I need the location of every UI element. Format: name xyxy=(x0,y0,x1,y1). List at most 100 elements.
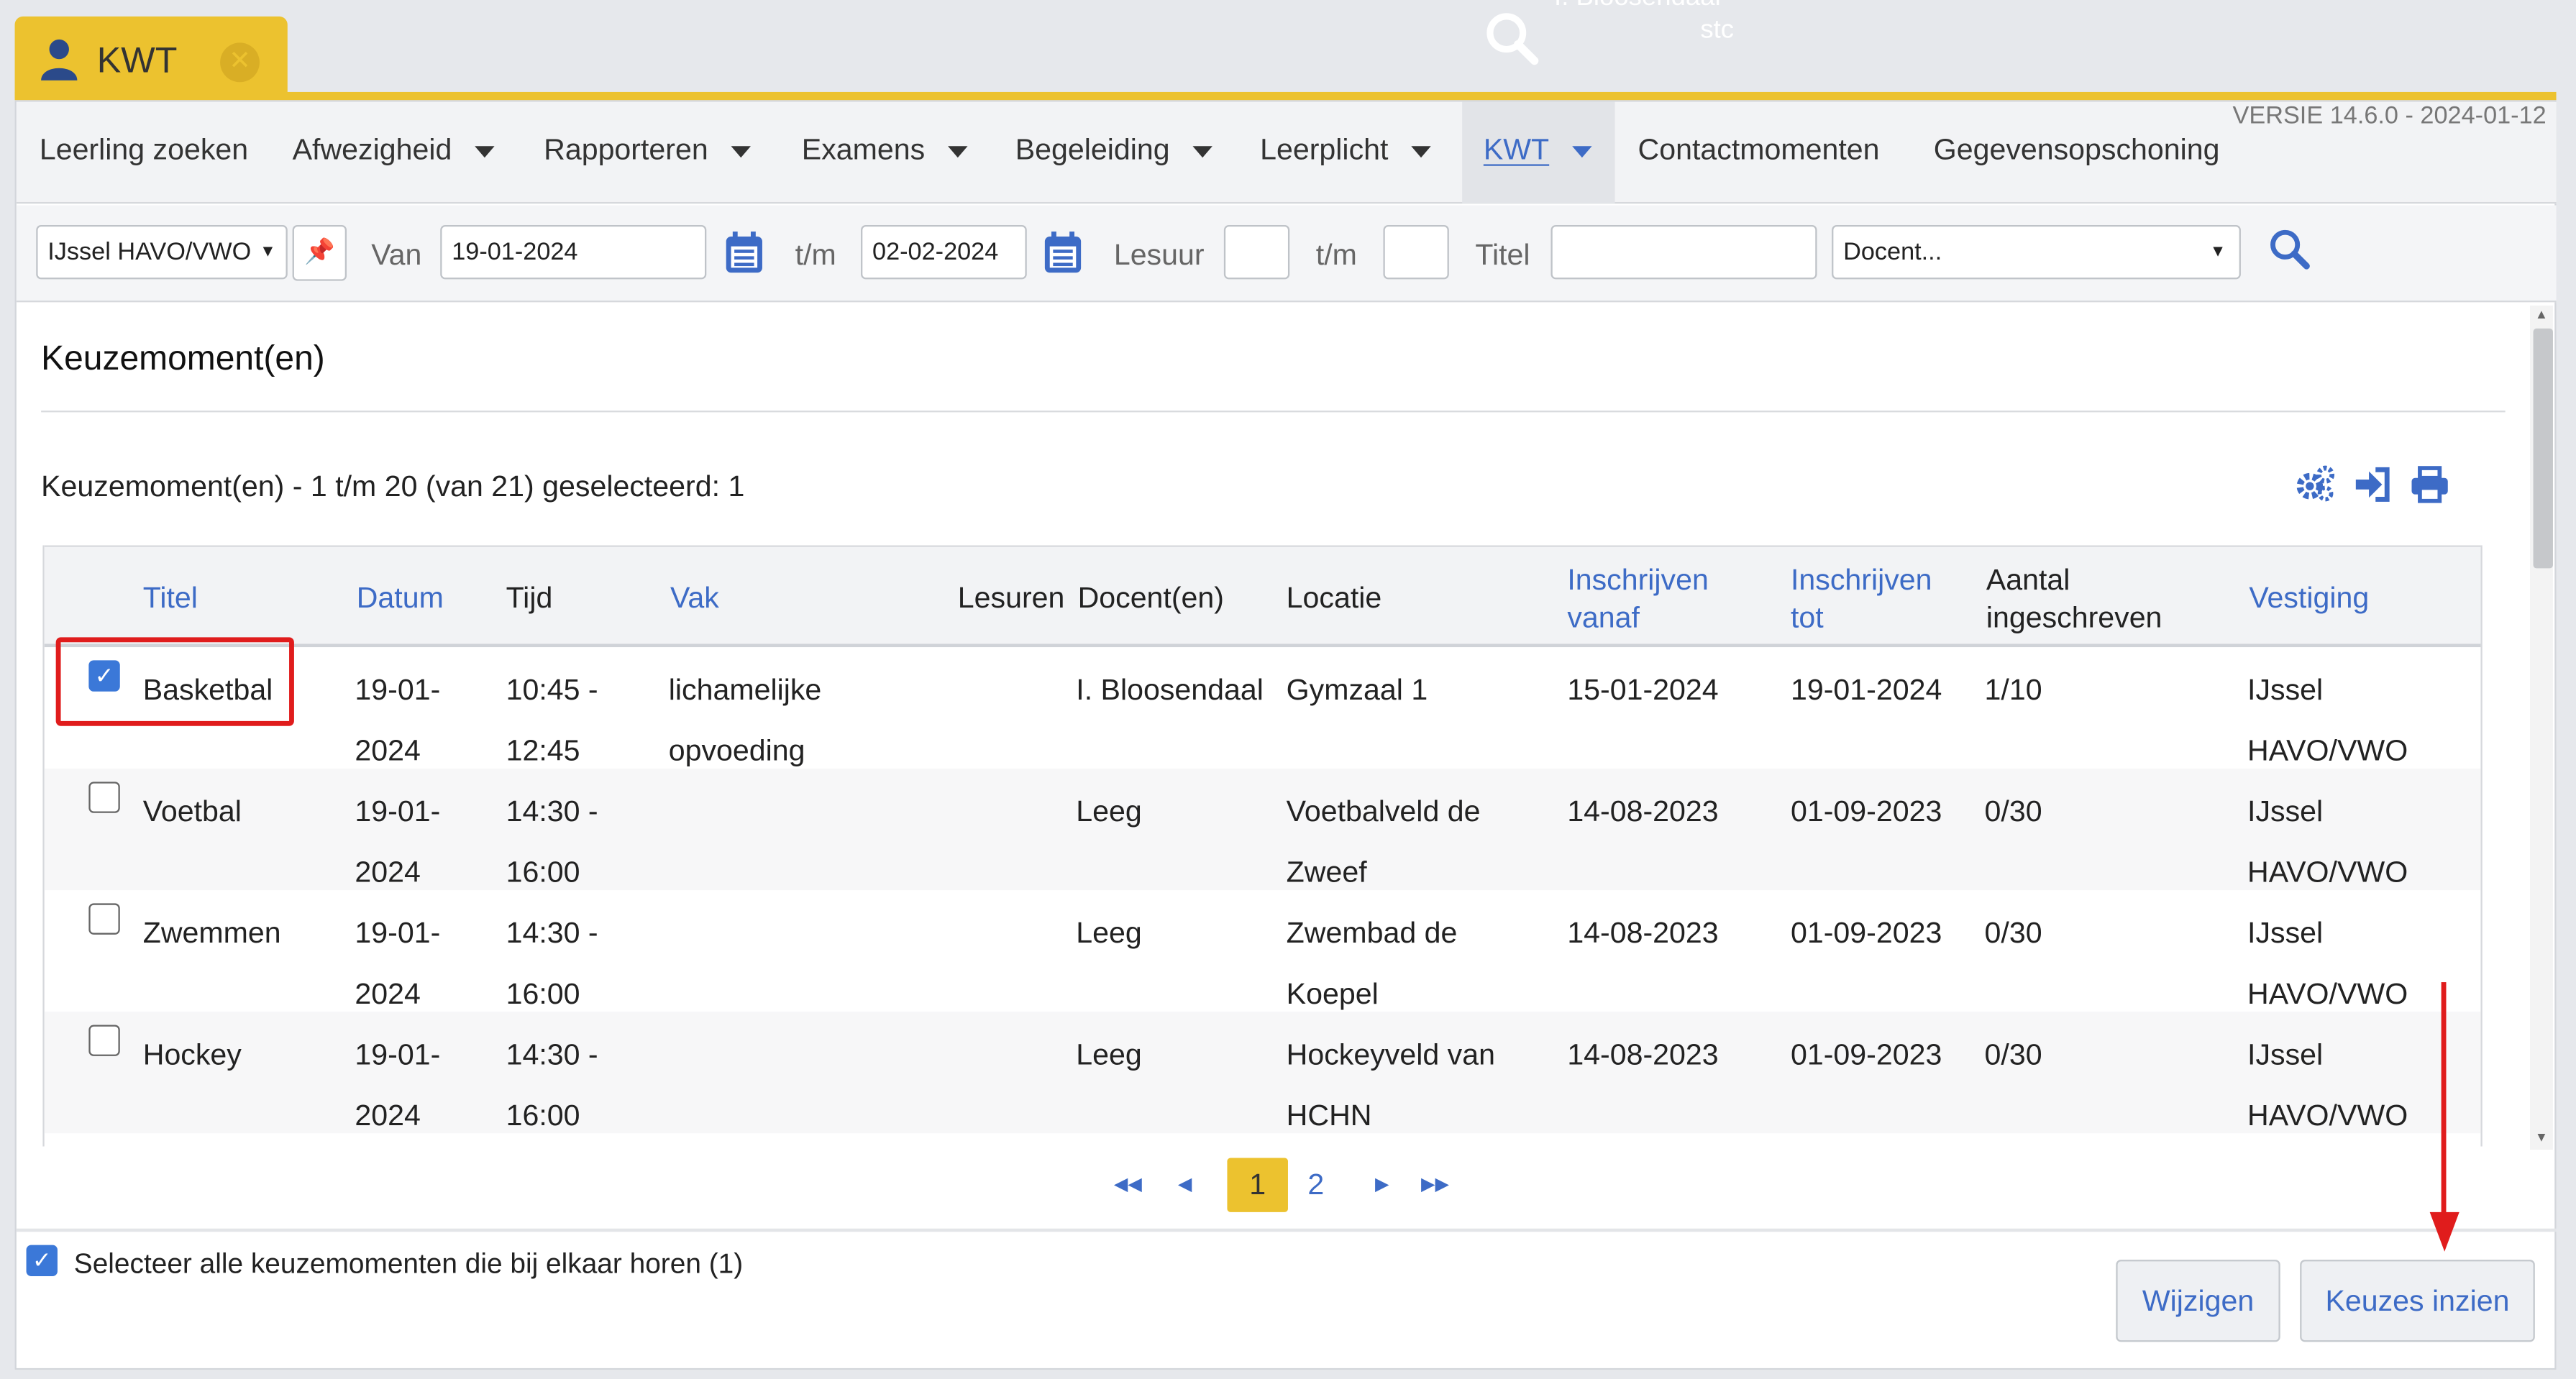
highlight-annotation xyxy=(55,637,294,726)
scrollbar-thumb[interactable] xyxy=(2533,328,2553,569)
cell-vanaf: 14-08-2023 xyxy=(1567,1037,1719,1071)
titel-label: Titel xyxy=(1475,238,1530,271)
cell-aantal: 0/30 xyxy=(1984,794,2042,828)
wijzigen-button[interactable]: Wijzigen xyxy=(2116,1260,2280,1342)
menu-item-rapporteren[interactable]: Rapporteren xyxy=(544,133,752,168)
pager-prev-icon[interactable]: ◂ xyxy=(1178,1168,1192,1201)
cell-titel: Voetbal xyxy=(142,794,242,828)
close-icon[interactable]: ✕ xyxy=(220,42,260,83)
page-title: Keuzemoment(en) xyxy=(41,339,325,378)
pager-last-icon[interactable]: ▸▸ xyxy=(1421,1168,1449,1201)
keuzemomenten-table: Titel Datum Tijd Vak Lesuren Docent(en) … xyxy=(42,545,2483,1147)
cell-tijd: 14:30 -16:00 xyxy=(506,1037,598,1132)
search-icon[interactable] xyxy=(1484,10,1540,66)
location-select[interactable]: IJssel HAVO/VWO ▼ xyxy=(36,224,288,280)
cell-tijd: 14:30 -16:00 xyxy=(506,916,598,1010)
arrow-annotation xyxy=(2441,982,2447,1216)
titel-input[interactable] xyxy=(1550,224,1817,280)
cell-aantal: 0/30 xyxy=(1984,916,2042,950)
lesuur-from-input[interactable] xyxy=(1223,224,1290,280)
calendar-icon[interactable] xyxy=(1043,230,1083,275)
table-row[interactable]: ✓ Basketbal 19-01- 2024 10:45 -12:45 lich… xyxy=(45,647,2481,769)
tm-date-input[interactable]: 02-02-2024 xyxy=(861,224,1027,280)
chevron-down-icon xyxy=(948,145,968,157)
cell-locatie: Hockeyveld van HCHN xyxy=(1286,1037,1495,1132)
calendar-icon[interactable] xyxy=(724,230,764,275)
scroll-up-icon[interactable]: ▲ xyxy=(2535,307,2548,322)
cell-tot: 19-01-2024 xyxy=(1790,673,1942,707)
settings-gears-icon[interactable] xyxy=(2295,464,2335,504)
tab-label: KWT xyxy=(96,39,178,81)
user-icon xyxy=(41,39,78,81)
cell-tot: 01-09-2023 xyxy=(1790,1037,1942,1071)
col-tijd: Tijd xyxy=(506,581,553,615)
pager-next-icon[interactable]: ▸ xyxy=(1375,1168,1389,1201)
search-icon[interactable] xyxy=(2269,229,2311,271)
scroll-down-icon[interactable]: ▼ xyxy=(2535,1130,2548,1145)
cell-docent: Leeg xyxy=(1076,1037,1142,1071)
cell-tijd: 14:30 -16:00 xyxy=(506,794,598,889)
pager-current-page[interactable]: 1 xyxy=(1227,1158,1288,1212)
menu-item-afwezigheid[interactable]: Afwezigheid xyxy=(293,133,495,168)
col-locatie: Locatie xyxy=(1286,581,1382,615)
row-checkbox[interactable] xyxy=(88,1025,120,1056)
select-all-checkbox[interactable]: ✓ xyxy=(26,1245,58,1276)
pager-first-icon[interactable]: ◂◂ xyxy=(1114,1168,1142,1201)
lesuur-to-input[interactable] xyxy=(1383,224,1449,280)
menu-item-leerplicht[interactable]: Leerplicht xyxy=(1260,133,1431,168)
chevron-down-icon xyxy=(731,145,752,157)
van-label: Van xyxy=(371,238,422,271)
menu-item-begeleiding[interactable]: Begeleiding xyxy=(1015,133,1213,168)
pager-page-2[interactable]: 2 xyxy=(1307,1168,1324,1202)
docent-select[interactable]: Docent... ▼ xyxy=(1832,224,2241,280)
table-row[interactable] xyxy=(45,1133,2481,1146)
cell-locatie: Zwembad de Koepel xyxy=(1286,916,1458,1010)
menu-item-gegevensopschoning[interactable]: Gegevensopschoning xyxy=(1934,133,2220,168)
keuzes-inzien-button[interactable]: Keuzes inzien xyxy=(2300,1260,2535,1342)
divider xyxy=(16,1228,2557,1232)
chevron-down-icon xyxy=(475,145,495,157)
print-icon[interactable] xyxy=(2410,464,2449,504)
col-inschrijven-tot[interactable]: Inschrijven tot xyxy=(1791,562,1932,637)
col-lesuren: Lesuren xyxy=(957,581,1065,615)
row-checkbox[interactable] xyxy=(88,782,120,813)
cell-datum: 19-01- 2024 xyxy=(355,916,441,1010)
pin-button[interactable]: 📌 xyxy=(292,224,347,281)
cell-tijd: 10:45 -12:45 xyxy=(506,673,598,767)
col-datum[interactable]: Datum xyxy=(357,579,444,618)
col-vak[interactable]: Vak xyxy=(670,579,719,618)
row-checkbox[interactable] xyxy=(88,903,120,935)
tab-accent-line xyxy=(14,91,2557,101)
cell-vanaf: 14-08-2023 xyxy=(1567,794,1719,828)
cell-vanaf: 14-08-2023 xyxy=(1567,916,1719,950)
cell-docent: Leeg xyxy=(1076,916,1142,950)
ghost-text: I. Bloosendaal xyxy=(1554,0,1721,13)
cell-titel: Zwemmen xyxy=(142,916,281,950)
menu-item-examens[interactable]: Examens xyxy=(802,133,968,168)
cell-aantal: 0/30 xyxy=(1984,1037,2042,1071)
import-icon[interactable] xyxy=(2352,464,2392,504)
table-row[interactable]: Hockey 19-01- 2024 14:30 -16:00 Leeg Hock… xyxy=(44,1012,2481,1134)
cell-locatie: Voetbalveld de Zweef xyxy=(1286,794,1481,889)
cell-datum: 19-01- 2024 xyxy=(355,794,441,889)
cell-titel: Hockey xyxy=(142,1037,242,1071)
cell-vestiging: IJssel HAVO/VWO xyxy=(2247,673,2408,767)
cell-locatie: Gymzaal 1 xyxy=(1286,673,1428,707)
menu-item-leerling-zoeken[interactable]: Leerling zoeken xyxy=(40,133,248,168)
col-docenten: Docent(en) xyxy=(1077,581,1224,615)
cell-vestiging: IJssel HAVO/VWO xyxy=(2247,794,2408,889)
cell-tot: 01-09-2023 xyxy=(1790,916,1942,950)
cell-docent: Leeg xyxy=(1076,794,1142,828)
dropdown-arrow-icon: ▼ xyxy=(260,243,276,262)
col-inschrijven-vanaf[interactable]: Inschrijven vanaf xyxy=(1567,562,1709,637)
col-vestiging[interactable]: Vestiging xyxy=(2249,579,2369,618)
cell-vanaf: 15-01-2024 xyxy=(1567,673,1719,707)
select-all-label: Selecteer alle keuzemomenten die bij elk… xyxy=(73,1248,744,1280)
col-titel[interactable]: Titel xyxy=(143,579,198,618)
menu-item-contactmomenten[interactable]: Contactmomenten xyxy=(1638,133,1880,168)
divider xyxy=(41,411,2506,413)
table-row[interactable]: Zwemmen 19-01- 2024 14:30 -16:00 Leeg Zwe… xyxy=(45,890,2481,1012)
van-date-input[interactable]: 19-01-2024 xyxy=(440,224,707,280)
table-row[interactable]: Voetbal 19-01- 2024 14:30 -16:00 Leeg Voe… xyxy=(44,769,2481,891)
menu-item-kwt[interactable]: KWT xyxy=(1484,133,1592,168)
